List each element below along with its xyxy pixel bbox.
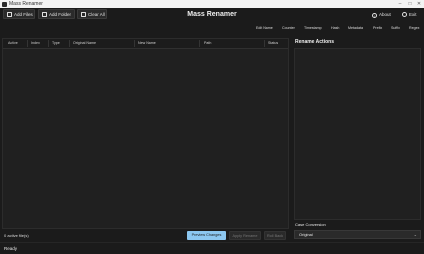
column-path[interactable]: Path [204,39,211,48]
toolbar: Add Files Add Folder Clear All Mass Rena… [0,8,424,20]
rename-actions-panel [294,48,421,220]
column-new-name[interactable]: New Name [138,39,156,48]
about-label: About [379,12,391,17]
file-plus-icon [7,12,12,17]
tab-prefix[interactable]: Prefix [373,24,382,32]
app-icon [2,1,7,7]
add-folder-button[interactable]: Add Folder [38,9,75,19]
trash-icon [81,12,86,17]
tab-metadata[interactable]: Metadata [348,24,363,32]
window-titlebar: Mass Renamer – □ ✕ [0,0,424,8]
rename-actions-title: Rename Actions [295,39,334,45]
add-files-label: Add Files [14,12,33,17]
chevron-down-icon: ⌄ [413,232,417,237]
roll-back-button[interactable]: Roll Back [264,231,286,240]
clear-all-button[interactable]: Clear All [77,9,107,19]
power-icon [402,12,407,17]
folder-plus-icon [42,12,47,17]
table-header: Active Index Type Original Name New Name… [3,39,288,49]
column-divider[interactable] [69,40,70,47]
tab-hash[interactable]: Hash [331,24,339,32]
add-files-button[interactable]: Add Files [3,9,35,19]
preview-changes-button[interactable]: Preview Changes [187,231,226,240]
rename-tabs: Edit Name Counter Timestamp Hash Metadat… [250,24,424,32]
close-window-button[interactable]: ✕ [414,0,424,8]
case-conversion-value: Original [299,232,313,237]
active-count-label: active file(s) [7,233,29,238]
column-original-name[interactable]: Original Name [73,39,96,48]
column-divider[interactable] [27,40,28,47]
tab-counter[interactable]: Counter [282,24,295,32]
column-status[interactable]: Status [268,39,278,48]
tab-suffix[interactable]: Suffix [391,24,400,32]
column-index[interactable]: Index [31,39,40,48]
tab-regex[interactable]: Regex [409,24,419,32]
apply-rename-button[interactable]: Apply Rename [229,231,261,240]
file-table[interactable]: Active Index Type Original Name New Name… [2,38,289,229]
column-divider[interactable] [264,40,265,47]
status-bar: Ready [0,242,424,254]
clear-all-label: Clear All [88,12,105,17]
tab-timestamp[interactable]: Timestamp [304,24,322,32]
tab-edit-name[interactable]: Edit Name [256,24,273,32]
active-files-count: 0 active file(s) [4,232,29,239]
exit-label: Exit [409,12,417,17]
status-text: Ready [4,246,18,251]
column-divider[interactable] [134,40,135,47]
exit-button[interactable]: Exit [402,9,417,20]
column-active[interactable]: Active [8,39,18,48]
active-count-value: 0 [4,233,7,238]
add-folder-label: Add Folder [49,12,72,17]
case-conversion-select[interactable]: Original ⌄ [294,230,421,239]
about-button[interactable]: i About [372,9,391,20]
column-divider[interactable] [48,40,49,47]
column-divider[interactable] [199,40,200,47]
app-title: Mass Renamer [187,11,237,18]
window-title: Mass Renamer [9,1,43,7]
column-type[interactable]: Type [52,39,60,48]
minimize-button[interactable]: – [395,0,405,8]
info-icon: i [372,13,377,18]
case-conversion-label: Case Conversion [295,222,326,227]
